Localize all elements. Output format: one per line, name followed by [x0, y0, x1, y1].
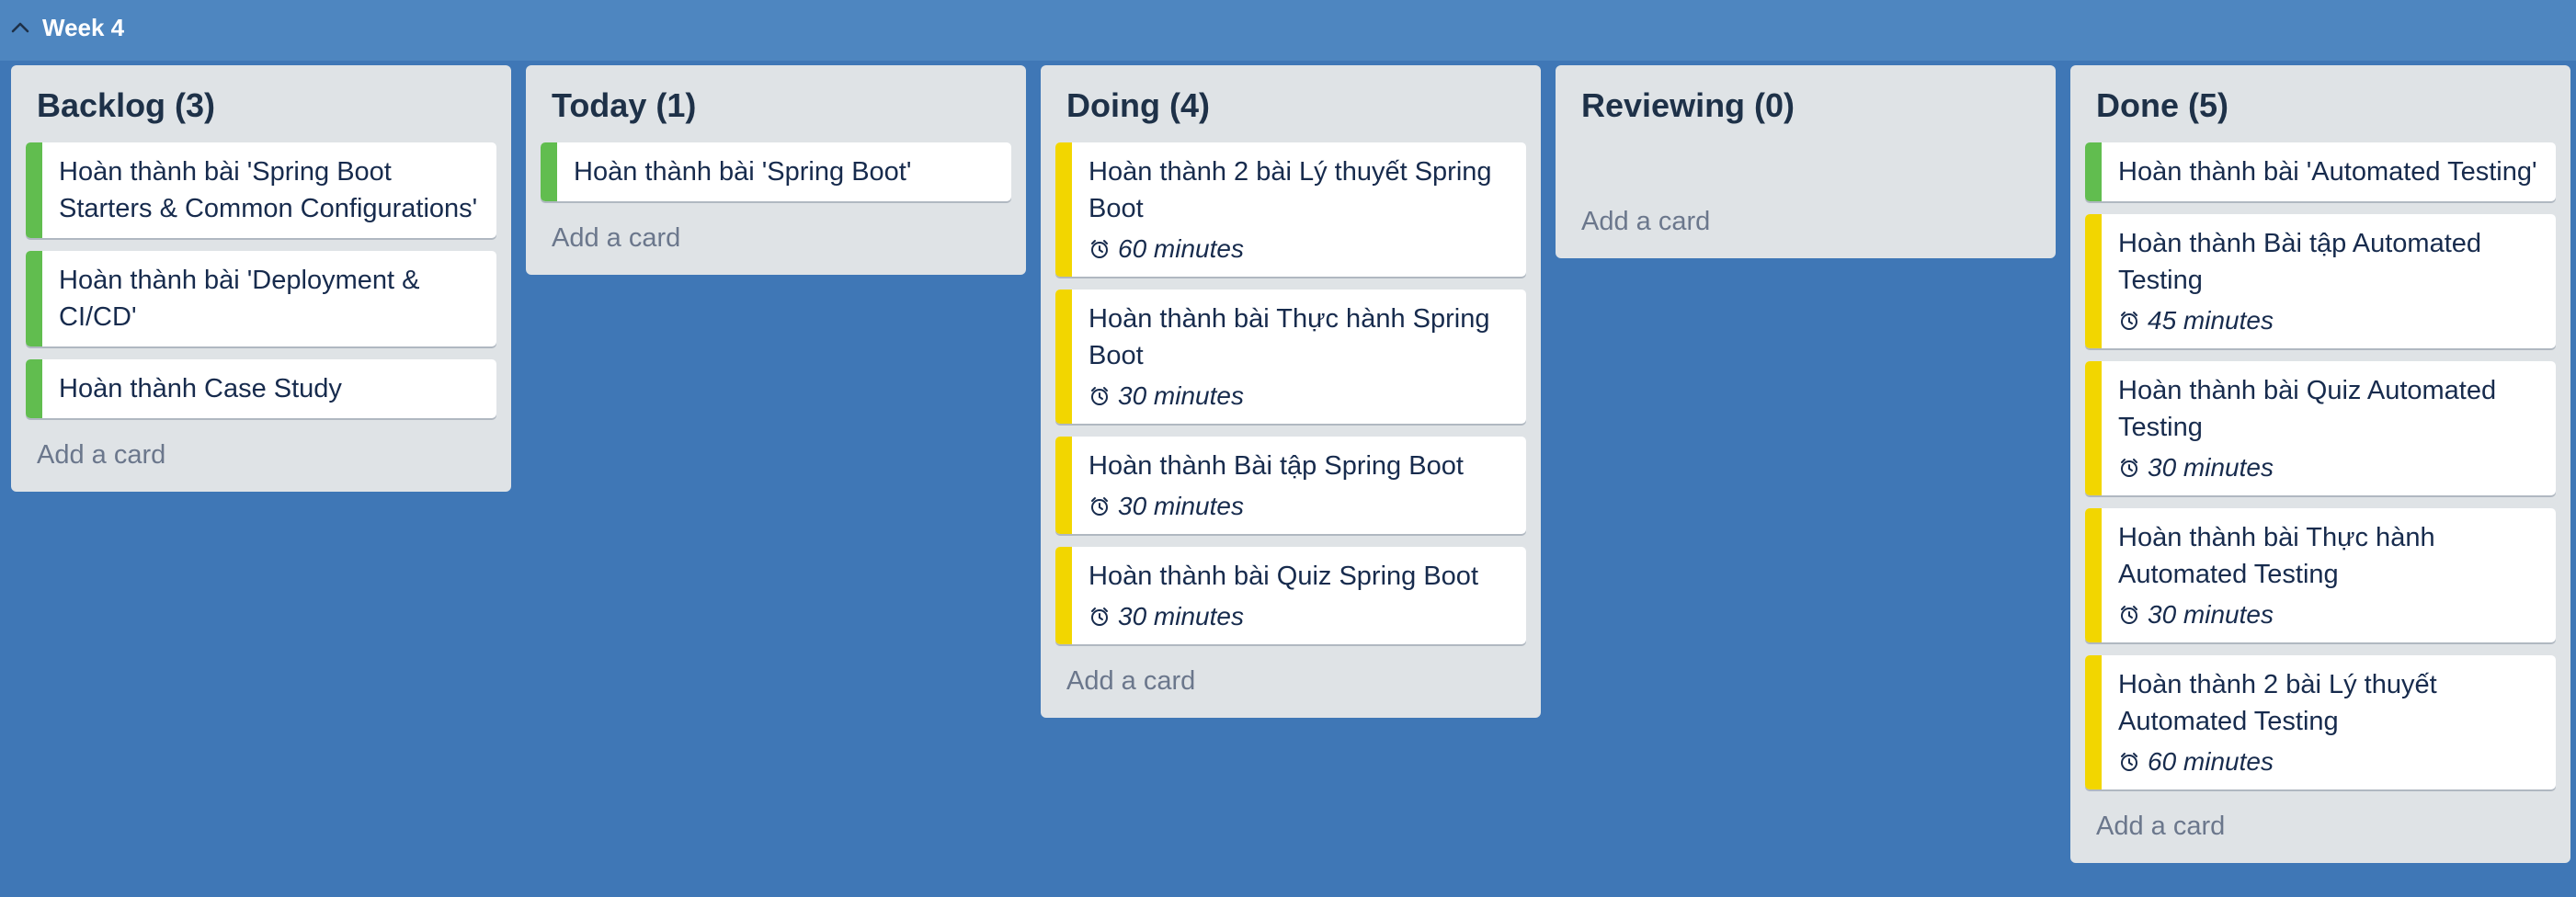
estimate-text: 60 minutes	[1118, 234, 1244, 263]
card-estimate: 60 minutes	[1089, 233, 1513, 266]
card[interactable]: Hoàn thành bài Quiz Spring Boot 30 minut…	[1055, 547, 1526, 644]
card-list: Hoàn thành 2 bài Lý thuyết Spring Boot 6…	[1055, 142, 1526, 644]
card-title: Hoàn thành bài Quiz Automated Testing	[2118, 376, 2497, 442]
label-yellow	[2085, 214, 2102, 348]
week-label: Week 4	[42, 14, 125, 41]
add-card-button[interactable]: Add a card	[2085, 802, 2556, 852]
chevron-up-icon[interactable]	[9, 17, 31, 39]
card[interactable]: Hoàn thành 2 bài Lý thuyết Spring Boot 6…	[1055, 142, 1526, 277]
card[interactable]: Hoàn thành Case Study	[26, 359, 496, 418]
label-yellow	[2085, 508, 2102, 642]
week-collapse-toggle[interactable]: Week 4	[9, 11, 124, 44]
estimate-text: 30 minutes	[1118, 602, 1244, 630]
card-title: Hoàn thành Case Study	[59, 374, 342, 403]
card-estimate: 30 minutes	[1089, 600, 1513, 633]
card-estimate: 45 minutes	[2118, 304, 2543, 337]
card[interactable]: Hoàn thành bài 'Automated Testing'	[2085, 142, 2556, 201]
label-green	[26, 251, 42, 346]
card[interactable]: Hoàn thành Bài tập Spring Boot 30 minute…	[1055, 437, 1526, 534]
clock-icon	[1091, 240, 1108, 258]
card-list: Hoàn thành bài 'Spring Boot'	[541, 142, 1011, 201]
clock-icon	[2121, 312, 2137, 330]
label-green	[26, 142, 42, 238]
lane-title: Doing (4)	[1066, 86, 1210, 124]
card-title: Hoàn thành bài 'Automated Testing'	[2118, 157, 2537, 187]
card-estimate: 30 minutes	[2118, 451, 2543, 484]
card-estimate: 30 minutes	[1089, 380, 1513, 413]
card[interactable]: Hoàn thành 2 bài Lý thuyết Automated Tes…	[2085, 655, 2556, 789]
add-card-button[interactable]: Add a card	[26, 431, 496, 481]
card-estimate: 30 minutes	[1089, 490, 1513, 523]
card-list	[1570, 142, 2041, 198]
card-title: Hoàn thành bài 'Spring Boot Starters & C…	[59, 157, 478, 223]
lane-title: Today (1)	[552, 86, 697, 124]
card-title: Hoàn thành Bài tập Automated Testing	[2118, 229, 2482, 295]
card[interactable]: Hoàn thành bài 'Deployment & CI/CD'	[26, 251, 496, 346]
card-estimate: 60 minutes	[2118, 745, 2543, 778]
lane-title: Done (5)	[2096, 86, 2228, 124]
clock-icon	[2121, 753, 2137, 771]
lane-title: Reviewing (0)	[1581, 86, 1795, 124]
lane-doing: Doing (4) Hoàn thành 2 bài Lý thuyết Spr…	[1041, 65, 1541, 718]
clock-icon	[1091, 387, 1108, 405]
lane-done: Done (5) Hoàn thành bài 'Automated Testi…	[2070, 65, 2570, 863]
card-title: Hoàn thành Bài tập Spring Boot	[1089, 451, 1464, 481]
estimate-text: 30 minutes	[2148, 600, 2274, 629]
card[interactable]: Hoàn thành bài 'Spring Boot'	[541, 142, 1011, 201]
clock-icon	[2121, 459, 2137, 477]
card-list: Hoàn thành bài 'Spring Boot Starters & C…	[26, 142, 496, 418]
card[interactable]: Hoàn thành bài 'Spring Boot Starters & C…	[26, 142, 496, 238]
label-yellow	[2085, 655, 2102, 789]
lane-backlog: Backlog (3) Hoàn thành bài 'Spring Boot …	[11, 65, 511, 492]
add-card-button[interactable]: Add a card	[1570, 198, 2041, 247]
card-title: Hoàn thành bài Thực hành Automated Testi…	[2118, 523, 2435, 589]
estimate-text: 30 minutes	[1118, 381, 1244, 410]
card-title: Hoàn thành 2 bài Lý thuyết Spring Boot	[1089, 157, 1492, 223]
card[interactable]: Hoàn thành bài Quiz Automated Testing 30…	[2085, 361, 2556, 495]
clock-icon	[2121, 606, 2137, 624]
card-title: Hoàn thành bài Quiz Spring Boot	[1089, 562, 1478, 591]
label-yellow	[1055, 290, 1072, 424]
estimate-text: 30 minutes	[2148, 453, 2274, 482]
card-list: Hoàn thành bài 'Automated Testing' Hoàn …	[2085, 142, 2556, 789]
label-green	[26, 359, 42, 418]
label-yellow	[1055, 437, 1072, 534]
card-title: Hoàn thành bài Thực hành Spring Boot	[1089, 304, 1490, 370]
clock-icon	[1091, 497, 1108, 516]
lane-reviewing: Reviewing (0) Add a card	[1556, 65, 2056, 258]
estimate-text: 60 minutes	[2148, 747, 2274, 776]
board-header: Week 4	[0, 0, 2576, 61]
card[interactable]: Hoàn thành bài Thực hành Spring Boot 30 …	[1055, 290, 1526, 424]
add-card-button[interactable]: Add a card	[1055, 657, 1526, 707]
card-estimate: 30 minutes	[2118, 598, 2543, 631]
add-card-button[interactable]: Add a card	[541, 214, 1011, 264]
card-title: Hoàn thành bài 'Deployment & CI/CD'	[59, 266, 420, 332]
card-title: Hoàn thành bài 'Spring Boot'	[574, 157, 912, 187]
label-green	[2085, 142, 2102, 201]
clock-icon	[1091, 607, 1108, 626]
estimate-text: 45 minutes	[2148, 306, 2274, 335]
lane-today: Today (1) Hoàn thành bài 'Spring Boot' A…	[526, 65, 1026, 275]
card[interactable]: Hoàn thành Bài tập Automated Testing 45 …	[2085, 214, 2556, 348]
label-yellow	[1055, 547, 1072, 644]
card-title: Hoàn thành 2 bài Lý thuyết Automated Tes…	[2118, 670, 2437, 736]
label-yellow	[1055, 142, 1072, 277]
label-green	[541, 142, 557, 201]
label-yellow	[2085, 361, 2102, 495]
lane-title: Backlog (3)	[37, 86, 216, 124]
estimate-text: 30 minutes	[1118, 492, 1244, 520]
card[interactable]: Hoàn thành bài Thực hành Automated Testi…	[2085, 508, 2556, 642]
